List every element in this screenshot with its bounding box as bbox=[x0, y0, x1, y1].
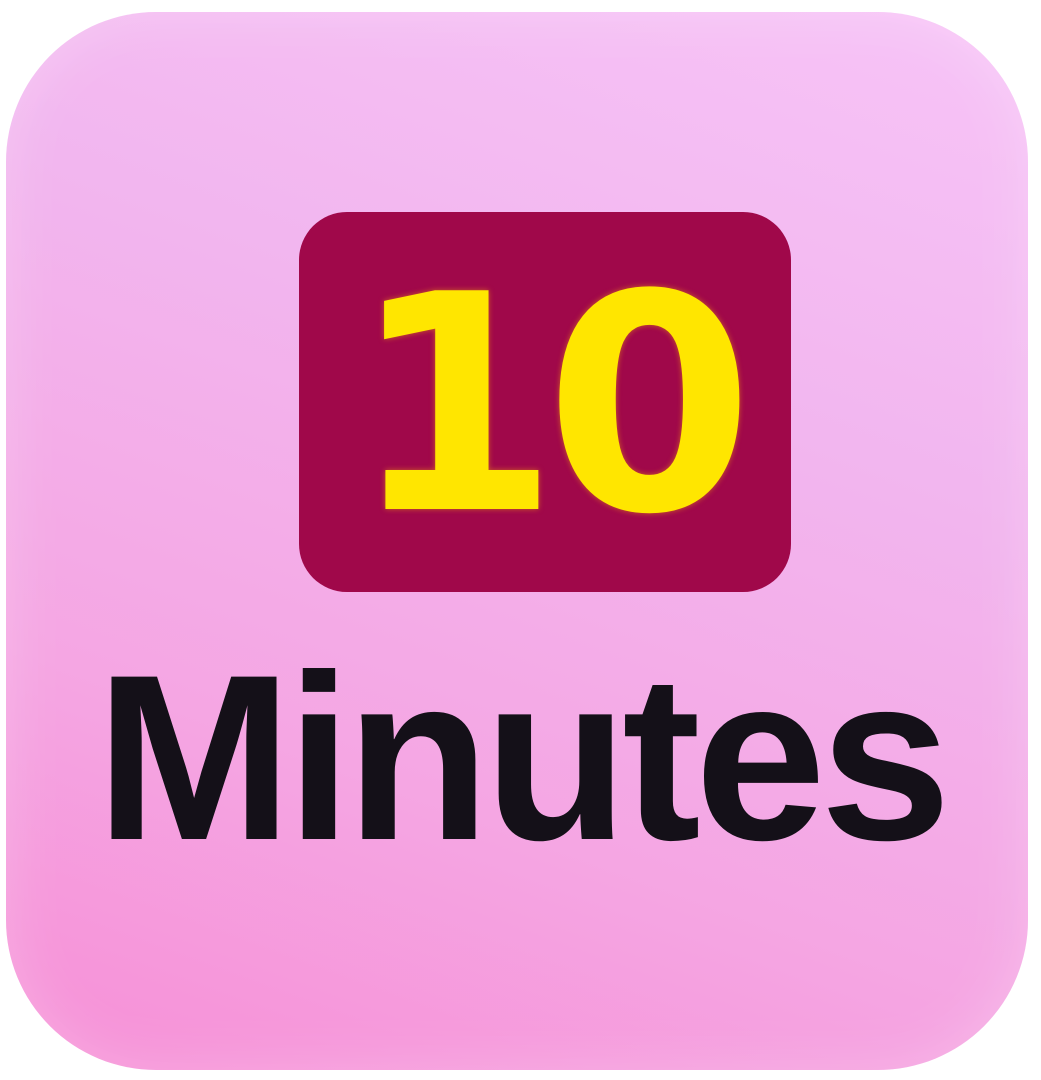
minutes-label: Minutes bbox=[95, 626, 952, 890]
app-icon-tile[interactable]: 10 bbox=[6, 12, 1028, 1070]
number-badge: 10 bbox=[299, 212, 791, 592]
minutes-number: 10 bbox=[350, 231, 754, 580]
